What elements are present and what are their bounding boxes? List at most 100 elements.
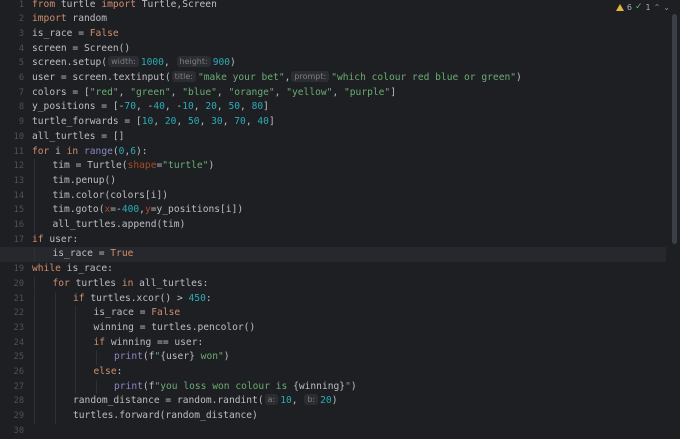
code-token: if — [93, 336, 106, 348]
chevron-up-icon[interactable]: ⌃ — [654, 3, 661, 12]
code-line[interactable]: else: — [32, 365, 666, 380]
line-number[interactable]: 21 — [0, 292, 24, 307]
code-token: print — [114, 380, 143, 392]
code-line[interactable]: user = screen.textinput(title: "make your… — [32, 71, 666, 86]
code-line-content: while is_race: — [32, 263, 113, 274]
line-number[interactable]: 9 — [0, 115, 24, 130]
line-number[interactable]: 22 — [0, 306, 24, 321]
check-icon: ✓ — [634, 2, 643, 12]
code-line[interactable]: y_positions = [-70, -40, -10, 20, 50, 80… — [32, 100, 666, 115]
line-number[interactable]: 17 — [0, 233, 24, 248]
code-token: tim.penup() — [52, 174, 117, 186]
code-token: 20 — [164, 116, 177, 128]
code-token: 50 — [228, 101, 241, 113]
code-line[interactable]: from turtle import Turtle,Screen — [32, 0, 666, 12]
line-number[interactable]: 13 — [0, 174, 24, 189]
code-line[interactable]: tim.goto(x=-400,y=y_positions[i]) — [32, 203, 666, 218]
indent-guide — [34, 173, 35, 189]
code-line[interactable]: if turtles.xcor() > 450: — [32, 292, 666, 307]
line-number[interactable]: 24 — [0, 336, 24, 351]
code-line[interactable]: all_turtles.append(tim) — [32, 218, 666, 233]
code-line[interactable]: colors = ["red", "green", "blue", "orang… — [32, 86, 666, 101]
code-line[interactable] — [32, 424, 666, 439]
code-token: 450 — [188, 292, 206, 304]
code-token: in — [66, 145, 79, 157]
line-number[interactable]: 10 — [0, 130, 24, 145]
line-number[interactable]: 28 — [0, 394, 24, 409]
line-number[interactable]: 25 — [0, 350, 24, 365]
code-line[interactable]: import random — [32, 12, 666, 27]
line-number[interactable]: 14 — [0, 189, 24, 204]
code-line-content: random_distance = random.randint(a: 10, b… — [32, 394, 337, 406]
code-line[interactable]: for i in range(0,6): — [32, 145, 666, 160]
code-token: "make your bet" — [197, 72, 285, 83]
code-token: i — [49, 145, 67, 157]
code-line[interactable]: while is_race: — [32, 262, 666, 277]
code-line[interactable]: turtle_forwards = [10, 20, 50, 30, 70, 4… — [32, 115, 666, 130]
code-line[interactable]: winning = turtles.pencolor() — [32, 321, 666, 336]
indent-guide — [34, 159, 35, 174]
code-line[interactable]: is_race = True — [0, 247, 666, 263]
code-token: , — [170, 86, 183, 98]
line-number-gutter[interactable]: 1234567891011121314151617181920212223242… — [0, 0, 24, 437]
code-token: ] — [263, 101, 269, 113]
line-number[interactable]: 2 — [0, 12, 24, 27]
code-line[interactable]: random_distance = random.randint(a: 10, b… — [32, 394, 666, 409]
line-number[interactable]: 6 — [0, 71, 24, 86]
warning-icon — [615, 3, 624, 11]
line-number[interactable]: 5 — [0, 56, 24, 71]
line-number[interactable]: 19 — [0, 262, 24, 277]
code-area[interactable]: from turtle import Turtle,Screen import r… — [0, 0, 666, 439]
line-number[interactable]: 8 — [0, 100, 24, 115]
code-line[interactable]: tim.color(colors[i]) — [32, 189, 666, 204]
code-token: 400 — [121, 204, 140, 216]
code-line[interactable]: is_race = False — [32, 27, 666, 42]
code-line[interactable]: turtles.forward(random_distance) — [32, 409, 666, 424]
line-number[interactable]: 1 — [0, 0, 24, 12]
code-token: user: — [43, 233, 79, 245]
code-token: turtle — [55, 0, 102, 10]
line-number[interactable]: 30 — [0, 424, 24, 439]
line-number[interactable]: 4 — [0, 42, 24, 57]
code-token: "blue" — [182, 86, 217, 98]
code-line-content: all_turtles = [] — [32, 131, 124, 142]
code-line[interactable]: print(f"{user} won") — [32, 350, 666, 365]
line-number[interactable]: 23 — [0, 321, 24, 336]
line-number[interactable]: 20 — [0, 277, 24, 292]
code-line[interactable]: if winning == user: — [32, 336, 666, 351]
code-line[interactable]: tim.penup() — [32, 174, 666, 189]
line-number[interactable]: 16 — [0, 218, 24, 233]
parameter-hint: prompt: — [291, 71, 330, 82]
code-token: 50 — [188, 116, 200, 128]
code-line[interactable]: all_turtles = [] — [32, 130, 666, 145]
code-line[interactable]: print(f"you loss won colour is {winning}… — [32, 380, 666, 395]
inspections-widget[interactable]: 6 ✓ 1 ⌃ ⌄ — [615, 1, 670, 13]
vertical-scrollbar[interactable] — [668, 0, 680, 437]
line-number[interactable]: 29 — [0, 409, 24, 424]
line-number[interactable]: 27 — [0, 380, 24, 395]
line-number[interactable]: 3 — [0, 27, 24, 42]
indent-guide — [54, 409, 56, 424]
code-token: , — [193, 101, 206, 113]
code-token: 10 — [182, 101, 194, 113]
code-token: 20 — [205, 101, 217, 113]
line-number[interactable]: 12 — [0, 159, 24, 174]
code-token: tim = Turtle( — [52, 160, 128, 172]
code-line[interactable]: for turtles in all_turtles: — [32, 277, 666, 292]
code-token: False — [151, 307, 181, 319]
code-line[interactable]: screen = Screen() — [32, 42, 666, 57]
code-line[interactable]: screen.setup(width: 1000, height: 900) — [32, 56, 666, 71]
code-token: "purple" — [344, 86, 391, 98]
code-token: ) — [230, 57, 236, 69]
code-line[interactable]: if user: — [32, 233, 666, 248]
code-line[interactable]: is_race = False — [32, 306, 666, 321]
code-editor[interactable]: 1234567891011121314151617181920212223242… — [0, 0, 680, 437]
scrollbar-thumb[interactable] — [672, 14, 677, 244]
indent-guide — [34, 247, 35, 263]
code-line[interactable]: tim = Turtle(shape="turtle") — [32, 159, 666, 174]
line-number[interactable]: 11 — [0, 145, 24, 160]
code-token: Turtle,Screen — [135, 0, 217, 10]
line-number[interactable]: 7 — [0, 86, 24, 101]
line-number[interactable]: 26 — [0, 365, 24, 380]
line-number[interactable]: 15 — [0, 203, 24, 218]
